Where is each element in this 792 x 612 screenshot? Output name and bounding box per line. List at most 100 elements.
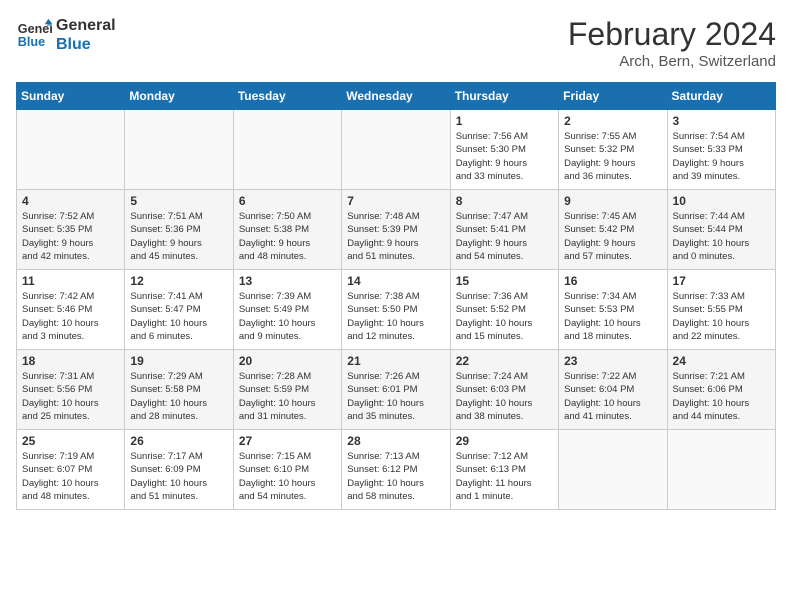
day-info: Sunrise: 7:26 AM Sunset: 6:01 PM Dayligh… bbox=[347, 370, 444, 423]
month-year: February 2024 bbox=[568, 16, 776, 53]
day-info: Sunrise: 7:45 AM Sunset: 5:42 PM Dayligh… bbox=[564, 210, 661, 263]
day-number: 23 bbox=[564, 354, 661, 368]
day-number: 1 bbox=[456, 114, 553, 128]
calendar-cell: 19Sunrise: 7:29 AM Sunset: 5:58 PM Dayli… bbox=[125, 350, 233, 430]
day-number: 18 bbox=[22, 354, 119, 368]
day-number: 12 bbox=[130, 274, 227, 288]
day-number: 29 bbox=[456, 434, 553, 448]
day-number: 21 bbox=[347, 354, 444, 368]
day-info: Sunrise: 7:48 AM Sunset: 5:39 PM Dayligh… bbox=[347, 210, 444, 263]
day-number: 11 bbox=[22, 274, 119, 288]
calendar-cell bbox=[342, 110, 450, 190]
calendar-cell: 20 Sunrise: 7:28 AM Sunset: 5:59 PM Dayli… bbox=[233, 350, 341, 430]
logo-general: General bbox=[56, 16, 116, 35]
day-number: 15 bbox=[456, 274, 553, 288]
day-info: Sunrise: 7:12 AM Sunset: 6:13 PM Dayligh… bbox=[456, 450, 553, 503]
day-info: Sunrise: 7:22 AM Sunset: 6:04 PM Dayligh… bbox=[564, 370, 661, 423]
calendar-cell: 8 Sunrise: 7:47 AM Sunset: 5:41 PM Daylig… bbox=[450, 190, 558, 270]
calendar-cell: 26Sunrise: 7:17 AM Sunset: 6:09 PM Dayli… bbox=[125, 430, 233, 510]
day-number: 27 bbox=[239, 434, 336, 448]
weekday-header: Sunday bbox=[17, 83, 125, 110]
day-info: Sunrise: 7:55 AM Sunset: 5:32 PM Dayligh… bbox=[564, 130, 661, 183]
day-number: 28 bbox=[347, 434, 444, 448]
calendar-cell bbox=[667, 430, 775, 510]
svg-text:Blue: Blue bbox=[18, 35, 45, 49]
day-number: 24 bbox=[673, 354, 770, 368]
calendar-cell: 2Sunrise: 7:55 AM Sunset: 5:32 PM Daylig… bbox=[559, 110, 667, 190]
calendar-cell: 28 Sunrise: 7:13 AM Sunset: 6:12 PM Dayli… bbox=[342, 430, 450, 510]
day-info: Sunrise: 7:31 AM Sunset: 5:56 PM Dayligh… bbox=[22, 370, 119, 423]
day-info: Sunrise: 7:24 AM Sunset: 6:03 PM Dayligh… bbox=[456, 370, 553, 423]
calendar-cell bbox=[17, 110, 125, 190]
calendar-cell: 16 Sunrise: 7:34 AM Sunset: 5:53 PM Dayli… bbox=[559, 270, 667, 350]
calendar-cell: 13Sunrise: 7:39 AM Sunset: 5:49 PM Dayli… bbox=[233, 270, 341, 350]
calendar-cell: 24 Sunrise: 7:21 AM Sunset: 6:06 PM Dayli… bbox=[667, 350, 775, 430]
weekday-header: Tuesday bbox=[233, 83, 341, 110]
calendar-cell: 6 Sunrise: 7:50 AM Sunset: 5:38 PM Daylig… bbox=[233, 190, 341, 270]
day-number: 3 bbox=[673, 114, 770, 128]
day-info: Sunrise: 7:50 AM Sunset: 5:38 PM Dayligh… bbox=[239, 210, 336, 263]
weekday-header: Monday bbox=[125, 83, 233, 110]
day-number: 20 bbox=[239, 354, 336, 368]
logo-icon: General Blue bbox=[16, 17, 52, 53]
day-info: Sunrise: 7:47 AM Sunset: 5:41 PM Dayligh… bbox=[456, 210, 553, 263]
calendar-cell: 9 Sunrise: 7:45 AM Sunset: 5:42 PM Daylig… bbox=[559, 190, 667, 270]
weekday-header: Friday bbox=[559, 83, 667, 110]
day-number: 6 bbox=[239, 194, 336, 208]
calendar-cell bbox=[125, 110, 233, 190]
day-number: 5 bbox=[130, 194, 227, 208]
calendar-cell: 10 Sunrise: 7:44 AM Sunset: 5:44 PM Dayli… bbox=[667, 190, 775, 270]
day-number: 8 bbox=[456, 194, 553, 208]
calendar-header: SundayMondayTuesdayWednesdayThursdayFrid… bbox=[17, 83, 776, 110]
day-info: Sunrise: 7:38 AM Sunset: 5:50 PM Dayligh… bbox=[347, 290, 444, 343]
day-info: Sunrise: 7:34 AM Sunset: 5:53 PM Dayligh… bbox=[564, 290, 661, 343]
calendar-cell: 23 Sunrise: 7:22 AM Sunset: 6:04 PM Dayli… bbox=[559, 350, 667, 430]
day-info: Sunrise: 7:17 AM Sunset: 6:09 PM Dayligh… bbox=[130, 450, 227, 503]
calendar-cell: 3 Sunrise: 7:54 AM Sunset: 5:33 PM Daylig… bbox=[667, 110, 775, 190]
calendar-cell: 14Sunrise: 7:38 AM Sunset: 5:50 PM Dayli… bbox=[342, 270, 450, 350]
day-number: 13 bbox=[239, 274, 336, 288]
calendar-cell: 15 Sunrise: 7:36 AM Sunset: 5:52 PM Dayli… bbox=[450, 270, 558, 350]
day-number: 10 bbox=[673, 194, 770, 208]
day-info: Sunrise: 7:33 AM Sunset: 5:55 PM Dayligh… bbox=[673, 290, 770, 343]
day-number: 16 bbox=[564, 274, 661, 288]
calendar-cell: 22 Sunrise: 7:24 AM Sunset: 6:03 PM Dayli… bbox=[450, 350, 558, 430]
calendar-cell: 25Sunrise: 7:19 AM Sunset: 6:07 PM Dayli… bbox=[17, 430, 125, 510]
day-info: Sunrise: 7:28 AM Sunset: 5:59 PM Dayligh… bbox=[239, 370, 336, 423]
day-info: Sunrise: 7:13 AM Sunset: 6:12 PM Dayligh… bbox=[347, 450, 444, 503]
calendar-cell: 4 Sunrise: 7:52 AM Sunset: 5:35 PM Daylig… bbox=[17, 190, 125, 270]
day-info: Sunrise: 7:52 AM Sunset: 5:35 PM Dayligh… bbox=[22, 210, 119, 263]
day-number: 17 bbox=[673, 274, 770, 288]
day-number: 22 bbox=[456, 354, 553, 368]
weekday-header: Wednesday bbox=[342, 83, 450, 110]
day-info: Sunrise: 7:51 AM Sunset: 5:36 PM Dayligh… bbox=[130, 210, 227, 263]
day-info: Sunrise: 7:15 AM Sunset: 6:10 PM Dayligh… bbox=[239, 450, 336, 503]
calendar-cell: 11Sunrise: 7:42 AM Sunset: 5:46 PM Dayli… bbox=[17, 270, 125, 350]
day-info: Sunrise: 7:54 AM Sunset: 5:33 PM Dayligh… bbox=[673, 130, 770, 183]
day-number: 9 bbox=[564, 194, 661, 208]
logo-blue: Blue bbox=[56, 35, 116, 54]
calendar-cell: 21 Sunrise: 7:26 AM Sunset: 6:01 PM Dayli… bbox=[342, 350, 450, 430]
weekday-header: Saturday bbox=[667, 83, 775, 110]
title-block: February 2024 Arch, Bern, Switzerland bbox=[568, 16, 776, 70]
day-info: Sunrise: 7:36 AM Sunset: 5:52 PM Dayligh… bbox=[456, 290, 553, 343]
calendar-cell: 17 Sunrise: 7:33 AM Sunset: 5:55 PM Dayli… bbox=[667, 270, 775, 350]
calendar-cell: 7 Sunrise: 7:48 AM Sunset: 5:39 PM Daylig… bbox=[342, 190, 450, 270]
calendar-cell: 29 Sunrise: 7:12 AM Sunset: 6:13 PM Dayli… bbox=[450, 430, 558, 510]
page-header: General Blue General Blue February 2024 … bbox=[16, 16, 776, 70]
day-number: 25 bbox=[22, 434, 119, 448]
weekday-header: Thursday bbox=[450, 83, 558, 110]
day-info: Sunrise: 7:21 AM Sunset: 6:06 PM Dayligh… bbox=[673, 370, 770, 423]
location: Arch, Bern, Switzerland bbox=[568, 53, 776, 70]
day-number: 4 bbox=[22, 194, 119, 208]
day-number: 7 bbox=[347, 194, 444, 208]
calendar-cell: 1Sunrise: 7:56 AM Sunset: 5:30 PM Daylig… bbox=[450, 110, 558, 190]
day-info: Sunrise: 7:44 AM Sunset: 5:44 PM Dayligh… bbox=[673, 210, 770, 263]
calendar-cell: 18 Sunrise: 7:31 AM Sunset: 5:56 PM Dayli… bbox=[17, 350, 125, 430]
logo: General Blue General Blue bbox=[16, 16, 116, 54]
calendar-cell: 5 Sunrise: 7:51 AM Sunset: 5:36 PM Daylig… bbox=[125, 190, 233, 270]
calendar-cell bbox=[559, 430, 667, 510]
calendar-cell: 12Sunrise: 7:41 AM Sunset: 5:47 PM Dayli… bbox=[125, 270, 233, 350]
day-number: 19 bbox=[130, 354, 227, 368]
calendar-cell bbox=[233, 110, 341, 190]
